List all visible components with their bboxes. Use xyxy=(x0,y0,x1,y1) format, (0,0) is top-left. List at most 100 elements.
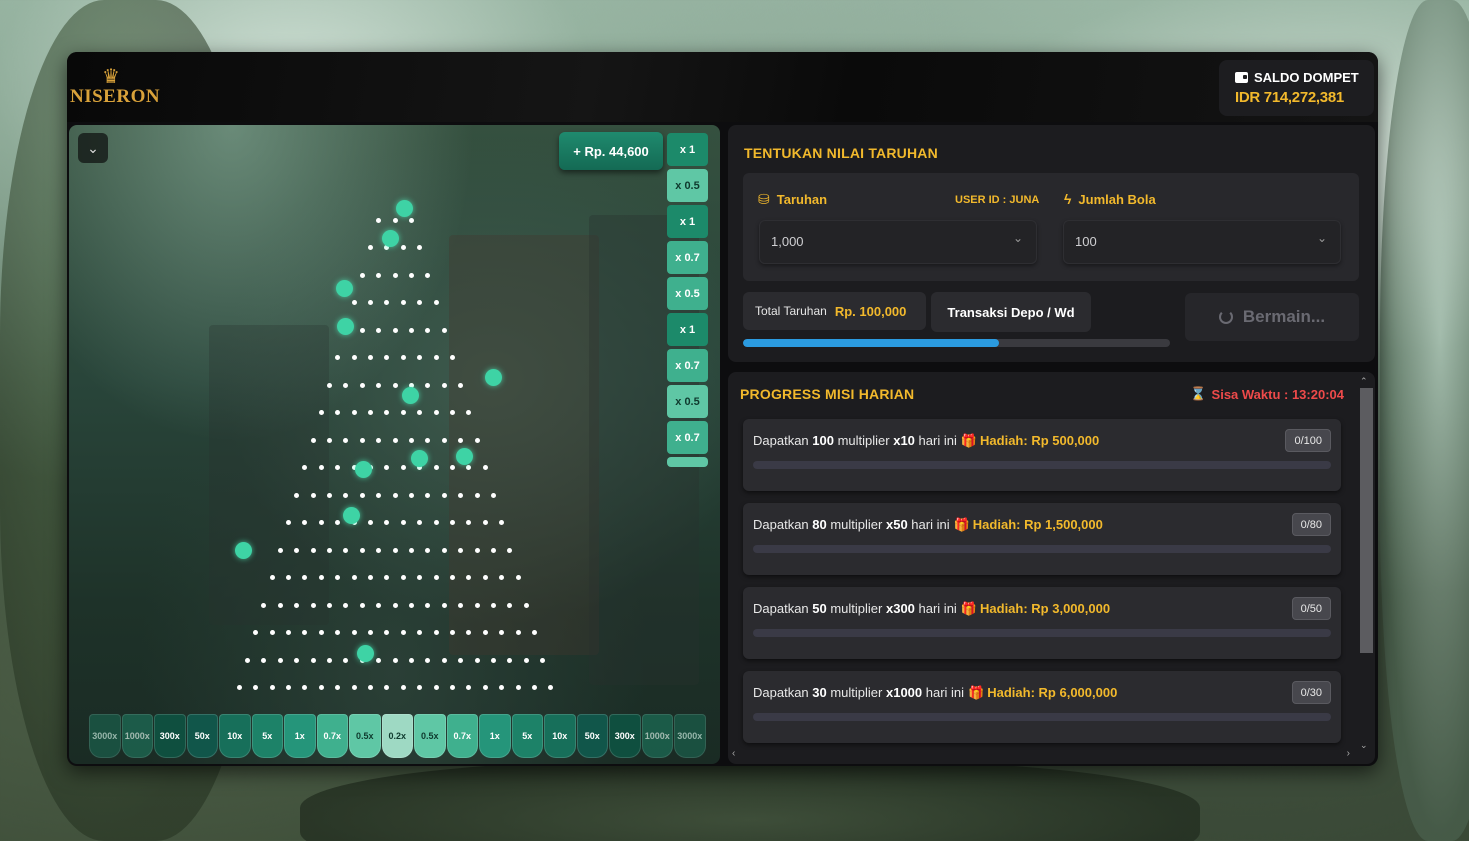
scroll-down-icon[interactable]: ⌄ xyxy=(1360,740,1368,751)
peg xyxy=(384,520,390,525)
mission-text: Dapatkan 30 multiplier x1000 hari ini 🎁 Ha… xyxy=(753,685,1117,701)
multiplier-bucket: 3000x xyxy=(674,714,706,758)
peg xyxy=(400,300,406,305)
bet-panel-title: TENTUKAN NILAI TARUHAN xyxy=(744,145,938,161)
multiplier-bucket: 50x xyxy=(186,714,218,758)
history-item: x 0.7 xyxy=(667,349,708,382)
peg xyxy=(400,245,406,250)
history-item: x 1 xyxy=(667,205,708,238)
peg xyxy=(392,382,398,388)
mission-text: Dapatkan 80 multiplier x50 hari ini 🎁 Hadi… xyxy=(753,517,1103,533)
history-item: x 0.5 xyxy=(667,169,708,202)
peg xyxy=(367,520,373,525)
peg xyxy=(261,657,267,663)
peg xyxy=(302,685,308,690)
peg xyxy=(433,685,439,690)
peg xyxy=(359,327,365,333)
peg xyxy=(425,657,431,663)
deposit-withdraw-button[interactable]: Transaksi Depo / Wd xyxy=(931,292,1091,332)
peg xyxy=(400,685,406,690)
header: ♛ NISERON SALDO DOMPET IDR 714,272,381 xyxy=(67,52,1378,122)
peg xyxy=(384,465,390,470)
taruhan-label: ⛁ Taruhan xyxy=(758,191,827,208)
peg xyxy=(433,575,439,580)
gift-icon: 🎁 xyxy=(968,685,985,700)
peg xyxy=(343,382,349,388)
mission-suffix: hari ini xyxy=(907,517,950,532)
mission-progress-count: 0/80 xyxy=(1291,513,1331,536)
plinko-ball xyxy=(402,387,419,404)
peg xyxy=(408,602,414,608)
play-progress-bar xyxy=(743,339,1170,347)
peg xyxy=(474,657,480,663)
peg xyxy=(449,575,455,580)
mission-mid: multiplier xyxy=(833,433,894,448)
peg xyxy=(400,355,406,360)
peg xyxy=(351,300,357,305)
peg xyxy=(335,465,341,470)
peg xyxy=(474,437,480,443)
vertical-scrollbar[interactable]: ⌃ ⌄ xyxy=(1358,376,1373,758)
multiplier-bucket: 0.7x xyxy=(316,714,348,758)
mission-suffix: hari ini xyxy=(914,601,957,616)
peg xyxy=(417,575,423,580)
logo[interactable]: ♛ NISERON xyxy=(70,67,160,108)
peg xyxy=(449,465,455,470)
total-bet-label: Total Taruhan xyxy=(755,304,827,318)
scrollbar-thumb[interactable] xyxy=(1360,388,1373,653)
scroll-right-icon[interactable]: › xyxy=(1347,748,1350,759)
history-item xyxy=(667,457,708,467)
mission-multiplier: x50 xyxy=(885,517,908,532)
peg xyxy=(515,575,521,580)
peg xyxy=(376,492,382,498)
multiplier-bucket: 1x xyxy=(284,714,316,758)
peg xyxy=(326,492,332,498)
mission-reward: Hadiah: Rp 3,000,000 xyxy=(980,601,1111,616)
mission-count: 80 xyxy=(812,517,827,532)
peg xyxy=(458,382,464,388)
lightning-icon: ϟ xyxy=(1064,191,1072,207)
mission-multiplier: x10 xyxy=(893,433,915,448)
peg xyxy=(343,437,349,443)
peg xyxy=(335,520,341,525)
bet-panel: TENTUKAN NILAI TARUHAN ⛁ Taruhan USER ID… xyxy=(728,125,1375,362)
taruhan-select[interactable]: 1,000 ⌄ xyxy=(759,220,1037,264)
horizontal-scrollbar[interactable]: ‹ › xyxy=(730,748,1354,762)
peg xyxy=(433,410,439,415)
history-item: x 1 xyxy=(667,313,708,346)
peg xyxy=(326,547,332,553)
peg xyxy=(523,602,529,608)
peg xyxy=(392,327,398,333)
peg xyxy=(335,685,341,690)
plinko-ball xyxy=(411,450,428,467)
peg xyxy=(384,410,390,415)
jumlah-bola-select[interactable]: 100 ⌄ xyxy=(1063,220,1341,264)
wallet-box: SALDO DOMPET IDR 714,272,381 xyxy=(1219,60,1374,116)
plinko-ball xyxy=(485,369,502,386)
peg xyxy=(466,685,472,690)
scroll-up-icon[interactable]: ⌃ xyxy=(1360,376,1368,387)
peg xyxy=(318,630,324,635)
peg xyxy=(269,685,275,690)
peg xyxy=(482,630,488,635)
scroll-left-icon[interactable]: ‹ xyxy=(732,748,735,759)
peg xyxy=(490,602,496,608)
multiplier-bucket: 5x xyxy=(251,714,283,758)
peg xyxy=(318,410,324,415)
peg xyxy=(376,382,382,388)
peg xyxy=(318,465,324,470)
peg xyxy=(392,437,398,443)
peg xyxy=(408,657,414,663)
peg xyxy=(310,657,316,663)
peg xyxy=(318,575,324,580)
mission-reward: Hadiah: Rp 500,000 xyxy=(980,433,1100,448)
peg xyxy=(351,575,357,580)
mission-text: Dapatkan 100 multiplier x10 hari ini 🎁 Had… xyxy=(753,433,1099,449)
peg xyxy=(310,437,316,443)
peg xyxy=(269,575,275,580)
peg xyxy=(376,437,382,443)
play-button[interactable]: Bermain... xyxy=(1185,293,1359,341)
wallet-title: SALDO DOMPET xyxy=(1235,70,1374,85)
peg xyxy=(310,547,316,553)
collapse-toggle[interactable]: ⌄ xyxy=(78,133,108,163)
